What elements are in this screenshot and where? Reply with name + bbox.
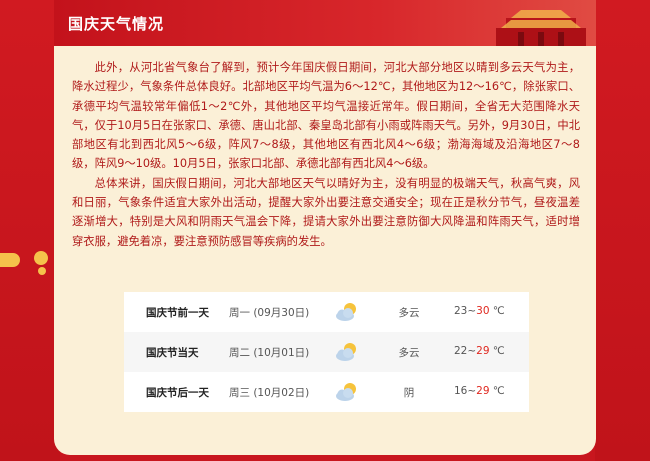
day-date: 周三 (10月02日) [229,387,310,399]
decorative-dot [38,267,46,275]
partly-cloudy-icon [336,383,356,401]
decorative-dots [0,243,60,283]
partly-cloudy-icon [336,343,356,361]
weather-desc: 阴 [403,387,415,399]
content-card: 国庆天气情况 此外，从河北省气象台了解到，预计今年国庆假日期间，河北大部分地区以… [54,0,596,455]
section-title: 国庆天气情况 [68,15,165,33]
weather-desc: 多云 [398,347,420,359]
right-background [595,0,650,461]
day-name: 国庆节后一天 [146,387,209,399]
weather-row: 国庆节前一天 周一 (09月30日) 多云 23~30 ℃ [124,292,529,332]
day-name: 国庆节前一天 [146,307,209,319]
partly-cloudy-icon [336,303,356,321]
temperature: 23~30 ℃ [454,305,505,317]
weather-desc: 多云 [398,307,420,319]
weather-row: 国庆节当天 周二 (10月01日) 多云 22~29 ℃ [124,332,529,372]
day-date: 周二 (10月01日) [229,347,310,359]
tiananmen-gate-icon [496,10,586,46]
weather-table: 国庆节前一天 周一 (09月30日) 多云 23~30 ℃ 国庆节当天 周二 (… [124,292,529,412]
weather-row: 国庆节后一天 周三 (10月02日) 阴 16~29 ℃ [124,372,529,412]
day-name: 国庆节当天 [146,347,199,359]
paragraph: 总体来讲，国庆假日期间，河北大部地区天气以晴好为主，没有明显的极端天气，秋高气爽… [72,176,580,248]
article-body: 此外，从河北省气象台了解到，预计今年国庆假日期间，河北大部分地区以晴到多云天气为… [72,58,580,251]
day-date: 周一 (09月30日) [229,307,310,319]
temperature: 16~29 ℃ [454,385,505,397]
section-header: 国庆天气情况 [54,0,596,46]
temperature: 22~29 ℃ [454,345,505,357]
left-background [0,0,60,461]
decorative-dot [34,251,48,265]
paragraph: 此外，从河北省气象台了解到，预计今年国庆假日期间，河北大部分地区以晴到多云天气为… [72,61,580,171]
